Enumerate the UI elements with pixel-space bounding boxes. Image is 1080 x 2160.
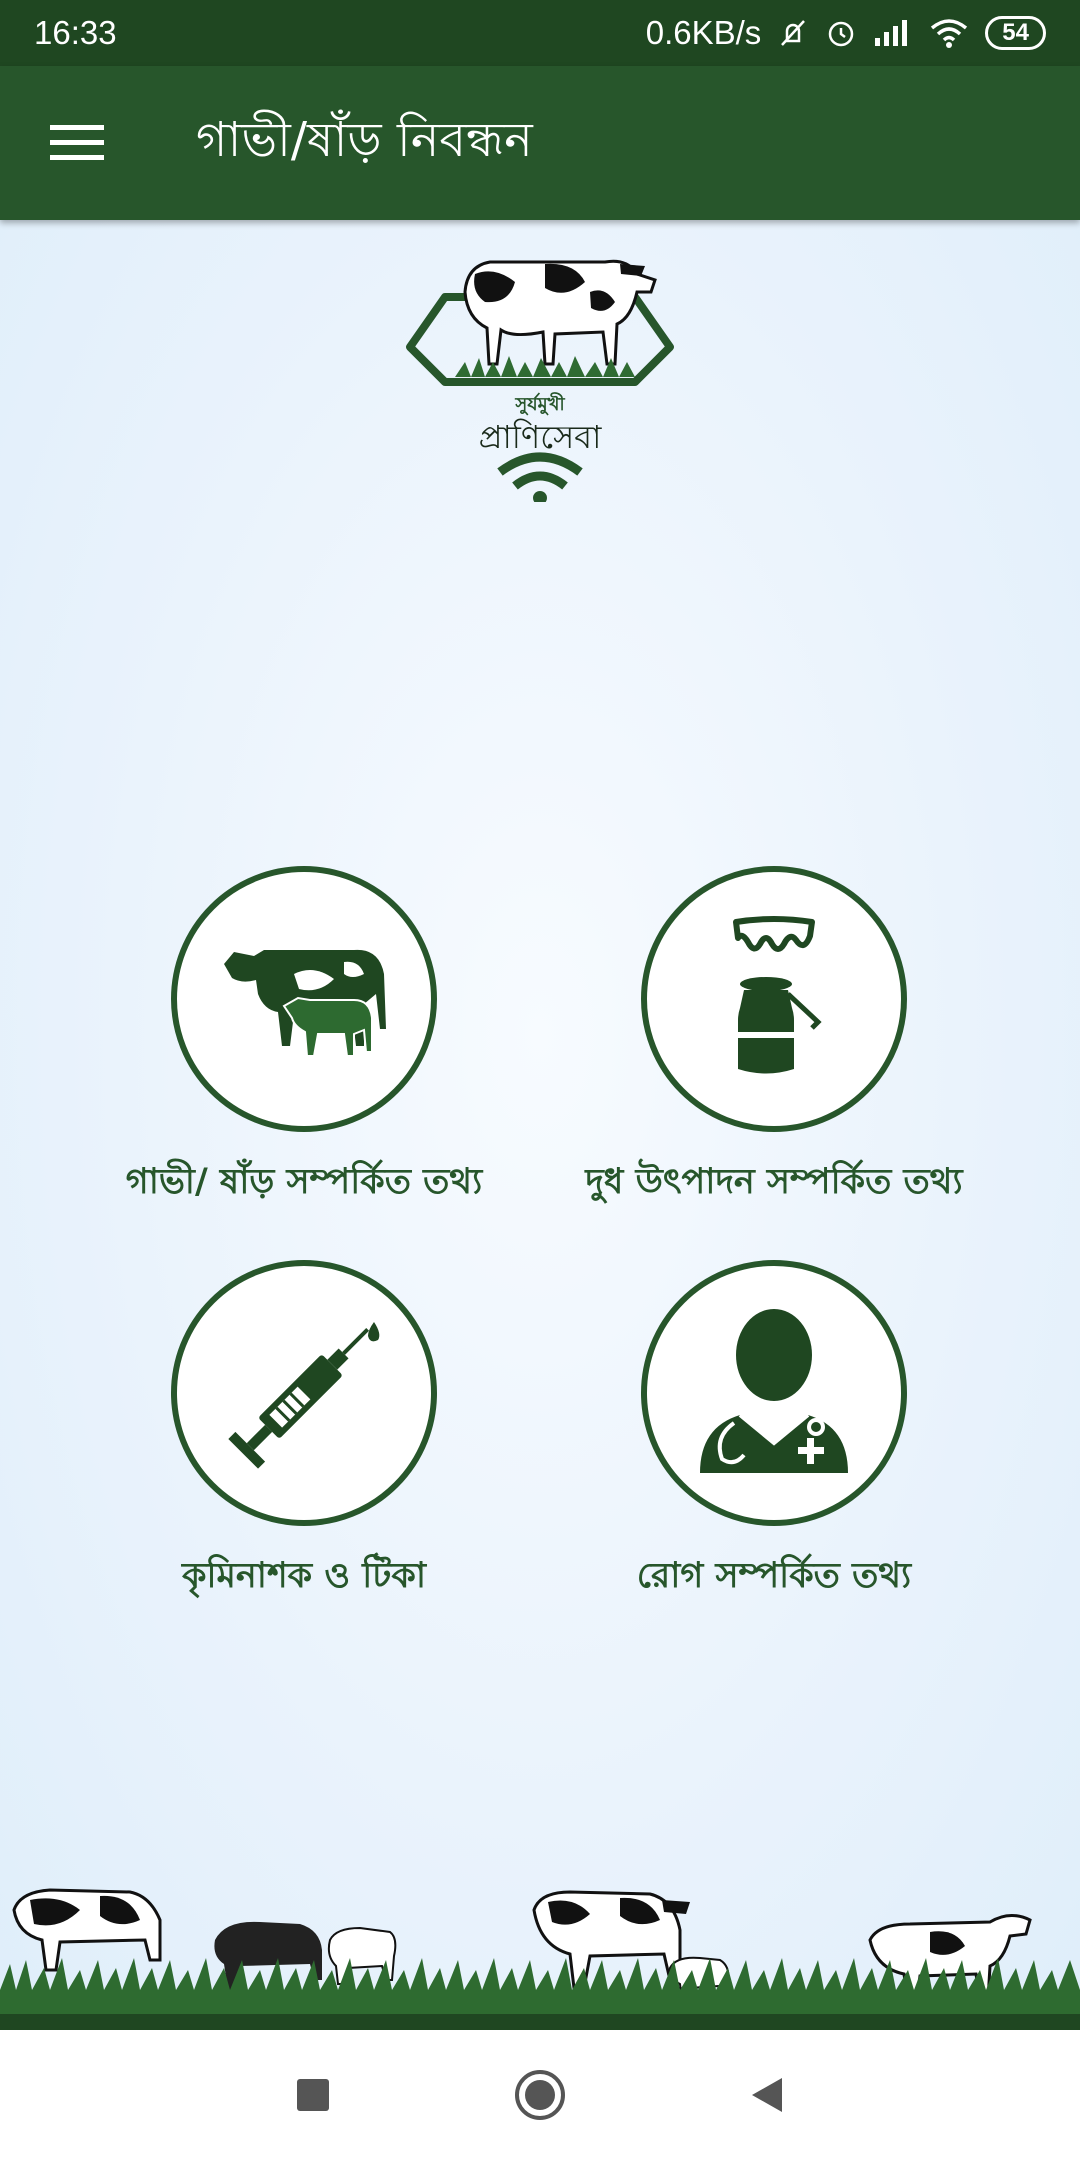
battery-icon: 54 bbox=[985, 16, 1046, 50]
grass-cows-decoration bbox=[0, 1888, 1080, 2030]
milk-can-icon bbox=[733, 916, 822, 1074]
tile-circle bbox=[641, 1260, 907, 1526]
syringe-icon bbox=[228, 1322, 380, 1469]
tile-circle bbox=[171, 866, 437, 1132]
recent-apps-icon bbox=[297, 2079, 330, 2111]
recent-apps-button[interactable] bbox=[273, 2055, 353, 2135]
signal-icon bbox=[873, 18, 913, 48]
tile-disease-info[interactable]: রোগ সম্পর্কিত তথ্য bbox=[534, 1260, 1014, 1607]
tile-circle bbox=[641, 866, 907, 1132]
system-nav-bar bbox=[0, 2030, 1080, 2160]
tile-milk-production[interactable]: দুধ উৎপাদন সম্পর্কিত তথ্য bbox=[534, 866, 1014, 1213]
menu-button[interactable] bbox=[0, 66, 154, 220]
status-time: 16:33 bbox=[34, 14, 117, 51]
page-title: গাভী/ষাঁড় নিবন্ধন bbox=[196, 111, 533, 168]
alarm-icon bbox=[825, 17, 857, 49]
home-icon bbox=[514, 2070, 565, 2120]
tile-label: গাভী/ ষাঁড় সম্পর্কিত তথ্য bbox=[125, 1162, 483, 1202]
app-bar: গাভী/ষাঁড় নিবন্ধন bbox=[0, 66, 1080, 220]
app-logo: সুর্যমুখী প্রাণিসেবা bbox=[405, 252, 675, 505]
status-bar: 16:33 0.6KB/s 54 bbox=[0, 0, 1080, 66]
status-icons: 0.6KB/s 54 bbox=[646, 14, 1046, 52]
main-content: সুর্যমুখী প্রাণিসেবা গাভী/ ষাঁড় সম্পর্ক… bbox=[0, 220, 1080, 2030]
home-button[interactable] bbox=[500, 2055, 580, 2135]
tile-label: রোগ সম্পর্কিত তথ্য bbox=[636, 1556, 912, 1596]
doctor-icon bbox=[700, 1309, 848, 1473]
tile-circle bbox=[171, 1260, 437, 1526]
hamburger-icon bbox=[50, 125, 104, 160]
tile-label: দুধ উৎপাদন সম্পর্কিত তথ্য bbox=[585, 1162, 963, 1202]
back-icon bbox=[751, 2078, 782, 2112]
cattle-icon bbox=[224, 949, 386, 1057]
tile-deworming-vaccine[interactable]: কৃমিনাশক ও টিকা bbox=[64, 1260, 544, 1607]
tile-cattle-info[interactable]: গাভী/ ষাঁড় সম্পর্কিত তথ্য bbox=[64, 866, 544, 1213]
wifi-icon bbox=[929, 17, 969, 49]
mute-icon bbox=[777, 17, 809, 49]
tile-label: কৃমিনাশক ও টিকা bbox=[181, 1556, 427, 1596]
logo-caption: প্রাণিসেবা bbox=[478, 418, 602, 456]
network-speed: 0.6KB/s bbox=[645, 14, 762, 51]
back-button[interactable] bbox=[727, 2055, 807, 2135]
